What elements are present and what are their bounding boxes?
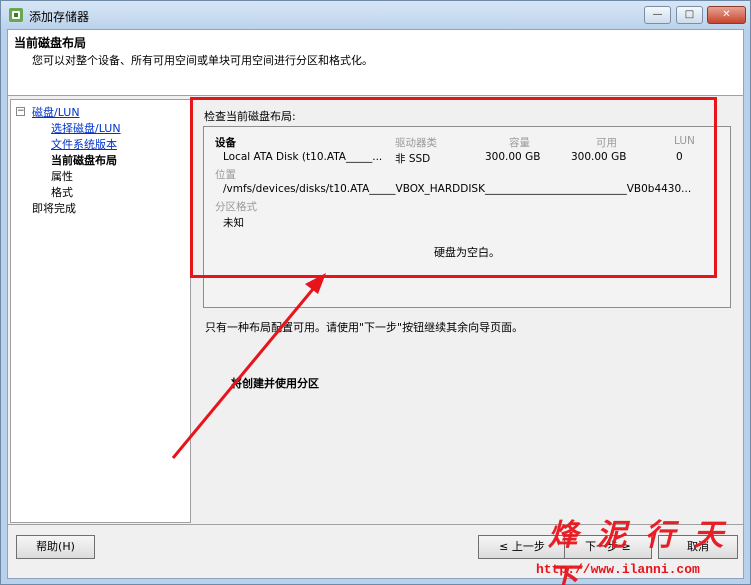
annotation-arrow-icon [171,273,326,459]
watermark-url: http://www.ilanni.com [536,562,700,577]
